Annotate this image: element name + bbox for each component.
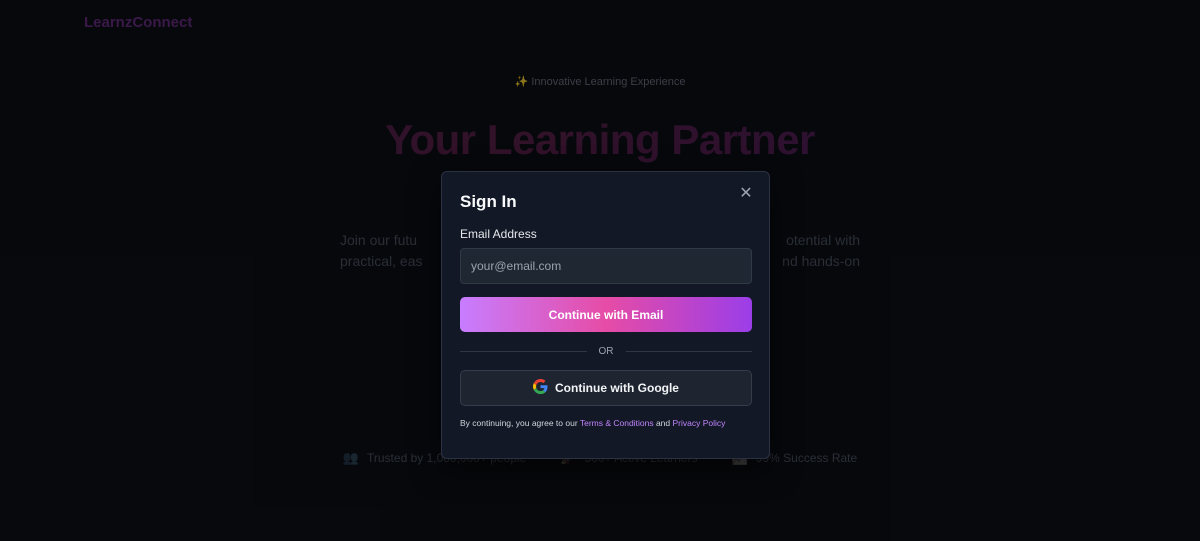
modal-title: Sign In: [460, 192, 517, 211]
sign-in-modal: Sign In ✕ Email Address Continue with Em…: [441, 171, 770, 459]
google-icon: [533, 379, 548, 397]
divider-line: [625, 350, 752, 352]
divider-line: [460, 350, 587, 352]
divider-text: OR: [598, 345, 614, 357]
legal-text: and: [653, 418, 673, 428]
continue-with-email-button[interactable]: Continue with Email: [460, 297, 752, 332]
legal-text: By continuing, you agree to our: [460, 418, 580, 428]
privacy-link[interactable]: Privacy Policy: [672, 418, 725, 428]
legal-notice: By continuing, you agree to our Terms & …: [460, 418, 760, 428]
terms-link[interactable]: Terms & Conditions: [580, 418, 654, 428]
email-field[interactable]: [460, 248, 752, 284]
close-icon[interactable]: ✕: [737, 184, 755, 202]
email-label: Email Address: [460, 227, 537, 241]
continue-with-google-button[interactable]: Continue with Google: [460, 370, 752, 406]
or-divider: OR: [460, 344, 752, 358]
google-button-label: Continue with Google: [555, 381, 679, 395]
